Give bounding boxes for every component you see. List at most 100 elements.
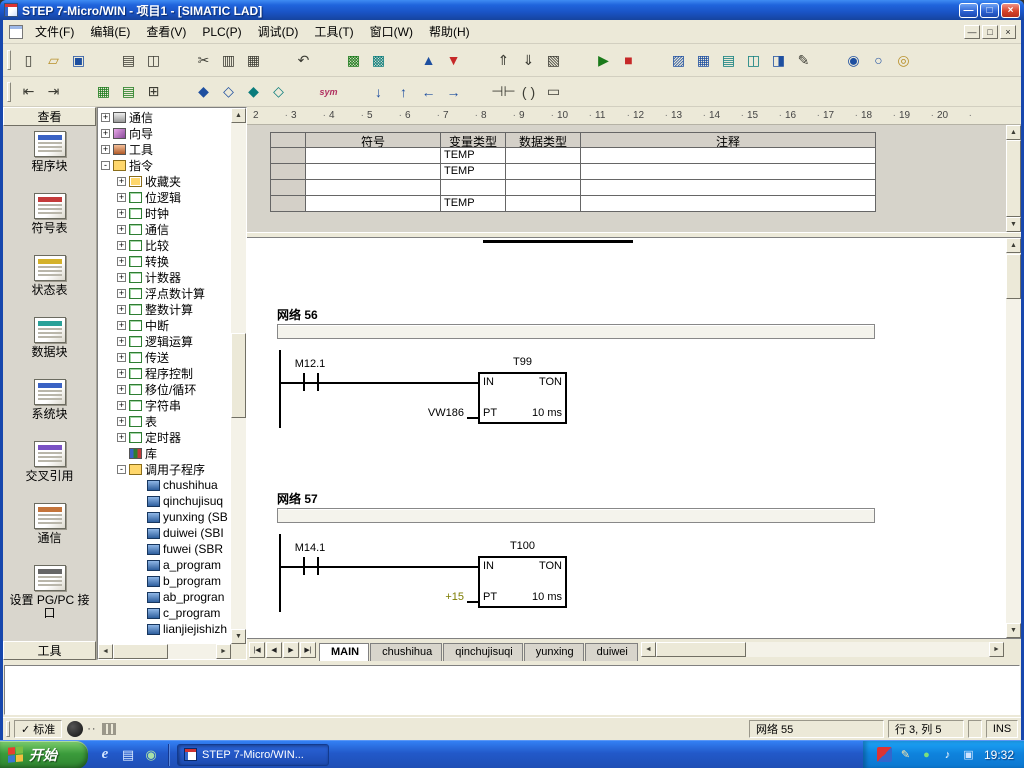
- mdi-restore-button[interactable]: □: [982, 25, 998, 39]
- tree-expander-icon[interactable]: [117, 385, 126, 394]
- var-cell-type[interactable]: [441, 180, 506, 196]
- tree-item[interactable]: c_program: [98, 605, 231, 621]
- var-cell-comment[interactable]: [581, 196, 876, 212]
- pause-program-status-icon[interactable]: ▦: [691, 48, 716, 72]
- menu-item[interactable]: 工具(T): [306, 20, 361, 43]
- taskbar-clock[interactable]: 19:32: [984, 748, 1014, 762]
- pt-operand[interactable]: +15: [372, 591, 464, 603]
- line-up-icon[interactable]: ↑: [391, 80, 416, 104]
- sep[interactable]: [466, 80, 491, 104]
- menu-item[interactable]: 窗口(W): [362, 20, 421, 43]
- tree-item[interactable]: 逻辑运算: [98, 333, 231, 349]
- tree-item[interactable]: 调用子程序: [98, 461, 231, 477]
- title-bar[interactable]: STEP 7-Micro/WIN - 项目1 - [SIMATIC LAD] —…: [0, 0, 1024, 20]
- tree-item[interactable]: 时钟: [98, 205, 231, 221]
- var-row-header[interactable]: [271, 196, 306, 212]
- compile-all-icon[interactable]: ▩: [366, 48, 391, 72]
- toolbar-drag-handle[interactable]: [6, 721, 10, 737]
- tree-item[interactable]: 工具: [98, 141, 231, 157]
- compile-icon[interactable]: ▩: [341, 48, 366, 72]
- var-cell-datatype[interactable]: [506, 180, 581, 196]
- pen-icon[interactable]: ✎: [898, 747, 913, 762]
- tree-item[interactable]: 定时器: [98, 429, 231, 445]
- scroll-down-button[interactable]: [1006, 217, 1021, 232]
- tree-expander-icon[interactable]: [117, 289, 126, 298]
- clock-icon[interactable]: [67, 721, 83, 737]
- start-button[interactable]: 开始: [0, 741, 88, 768]
- menu-item[interactable]: PLC(P): [194, 22, 249, 42]
- tree-item[interactable]: duiwei (SBI: [98, 525, 231, 541]
- sep[interactable]: [391, 48, 416, 72]
- standard-toolbar-toggle[interactable]: ✓ 标准: [14, 720, 62, 738]
- poi-grid-icon[interactable]: ⊞: [141, 80, 166, 104]
- mdi-document-icon[interactable]: [9, 25, 23, 39]
- viewbar-system-block[interactable]: 系统块: [3, 379, 96, 441]
- viewbar-status-table[interactable]: 状态表: [3, 255, 96, 317]
- timer-box[interactable]: IN TON PT 10 ms: [478, 372, 567, 424]
- sort-ascending-icon[interactable]: ⇑: [491, 48, 516, 72]
- force-icon[interactable]: ◉: [841, 48, 866, 72]
- var-cell-datatype[interactable]: [506, 164, 581, 180]
- insert-column-icon[interactable]: ◆: [241, 80, 266, 104]
- menu-item[interactable]: 调试(D): [250, 20, 307, 43]
- var-cell-comment[interactable]: [581, 180, 876, 196]
- var-cell-symbol[interactable]: [306, 180, 441, 196]
- download-icon[interactable]: ▼: [441, 48, 466, 72]
- tree-item[interactable]: 字符串: [98, 397, 231, 413]
- menu-item[interactable]: 编辑(E): [82, 20, 138, 43]
- tree-item[interactable]: a_program: [98, 557, 231, 573]
- goto-next-icon[interactable]: ⇥: [41, 80, 66, 104]
- var-cell-type[interactable]: TEMP: [441, 196, 506, 212]
- scroll-down-button[interactable]: [1006, 623, 1021, 638]
- tree-item[interactable]: 整数计算: [98, 301, 231, 317]
- lad-horizontal-scrollbar[interactable]: [641, 642, 1004, 657]
- new-file-icon[interactable]: ▯: [16, 48, 41, 72]
- tree-expander-icon[interactable]: [101, 129, 110, 138]
- var-cell-type[interactable]: TEMP: [441, 148, 506, 164]
- symbol-info-table-icon[interactable]: ▤: [116, 80, 141, 104]
- tree-expander-icon[interactable]: [117, 225, 126, 234]
- var-cell-symbol[interactable]: [306, 164, 441, 180]
- tree-expander-icon[interactable]: [117, 321, 126, 330]
- toolbar-grip[interactable]: [7, 82, 11, 102]
- volume-icon[interactable]: ♪: [940, 747, 955, 762]
- tree-expander-icon[interactable]: [117, 257, 126, 266]
- tree-item[interactable]: 位逻辑: [98, 189, 231, 205]
- tree-expander-icon[interactable]: [117, 305, 126, 314]
- tree-item[interactable]: 传送: [98, 349, 231, 365]
- varpane-vertical-scrollbar[interactable]: [1006, 125, 1021, 232]
- taskbar-task-step7[interactable]: STEP 7-Micro/WIN...: [177, 744, 329, 766]
- editor-tab[interactable]: MAIN: [319, 643, 369, 661]
- scrollbar-thumb[interactable]: [113, 644, 168, 659]
- scroll-up-button[interactable]: [1006, 125, 1021, 140]
- scroll-right-button[interactable]: [989, 642, 1004, 657]
- tree-expander-icon[interactable]: [117, 273, 126, 282]
- stop-icon[interactable]: ■: [616, 48, 641, 72]
- delete-row-icon[interactable]: ◇: [216, 80, 241, 104]
- editor-tab[interactable]: yunxing: [524, 643, 584, 661]
- timer-box[interactable]: IN TON PT 10 ms: [478, 556, 567, 608]
- display-icon[interactable]: ▣: [961, 747, 976, 762]
- toolbar-grip[interactable]: [7, 50, 11, 70]
- next-tab-button[interactable]: ▶: [283, 642, 299, 658]
- var-cell-type[interactable]: TEMP: [441, 164, 506, 180]
- contact-operand[interactable]: M14.1: [281, 542, 339, 554]
- var-row-header[interactable]: [271, 180, 306, 196]
- undo-icon[interactable]: ↶: [291, 48, 316, 72]
- options-icon[interactable]: ▧: [541, 48, 566, 72]
- tree-expander-icon[interactable]: [101, 113, 110, 122]
- mdi-close-button[interactable]: ×: [1000, 25, 1016, 39]
- antivirus-icon[interactable]: ●: [919, 747, 934, 762]
- viewbar-communication[interactable]: 通信: [3, 503, 96, 565]
- menu-item[interactable]: 文件(F): [27, 20, 82, 43]
- tree-expander-icon[interactable]: [101, 161, 110, 170]
- delete-column-icon[interactable]: ◇: [266, 80, 291, 104]
- app-icon[interactable]: [4, 3, 18, 17]
- line-left-icon[interactable]: ←: [416, 80, 441, 104]
- sep[interactable]: [166, 48, 191, 72]
- print-icon[interactable]: ▤: [116, 48, 141, 72]
- tree-item[interactable]: 程序控制: [98, 365, 231, 381]
- tree-item[interactable]: 计数器: [98, 269, 231, 285]
- read-all-forced-icon[interactable]: ◎: [891, 48, 916, 72]
- tree-item[interactable]: 转换: [98, 253, 231, 269]
